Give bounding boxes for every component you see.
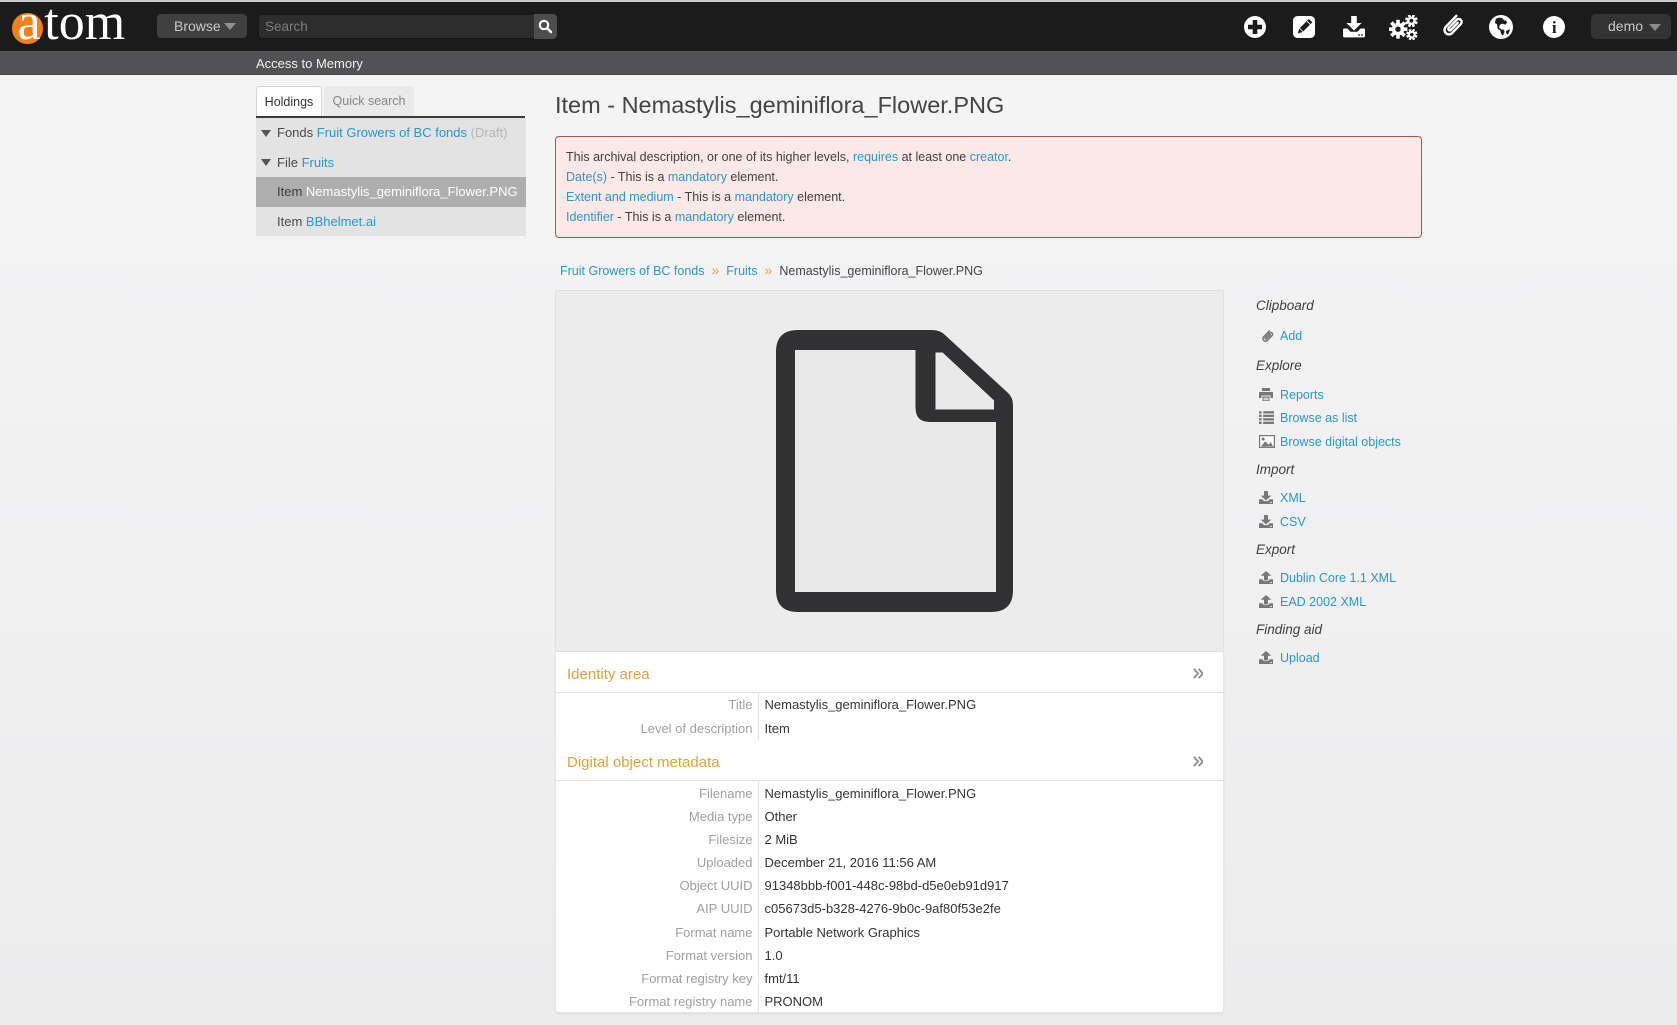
svg-text:i: i xyxy=(1552,18,1557,37)
